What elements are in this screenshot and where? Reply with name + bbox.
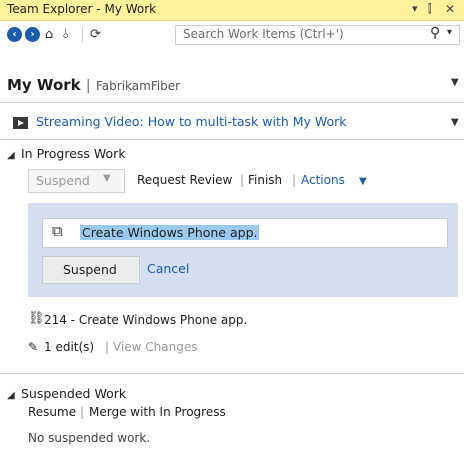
work-item-link[interactable]: 214 - Create Windows Phone app. [44,313,247,327]
action-separator: | [292,173,297,187]
cancel-link[interactable]: Cancel [147,261,189,276]
page-switch-chevron-icon[interactable]: ▼ [451,77,459,88]
in-progress-title: In Progress Work [21,146,126,161]
suspend-dropdown[interactable]: Suspend ▼ [28,169,125,193]
page-title: My Work | [7,76,91,94]
action-separator: | [240,173,245,187]
search-icon[interactable]: ⚲ [430,25,440,41]
changes-separator: | [105,340,110,354]
empty-message: No suspended work. [28,431,151,445]
suspend-name-input[interactable]: ⧉ Create Windows Phone app. [42,218,448,248]
suspend-button[interactable]: Suspend [42,256,140,284]
collapse-in-progress-icon[interactable]: ◢ [7,150,15,161]
suspended-separator: | [80,405,85,419]
forward-icon[interactable]: › [25,27,40,42]
merge-link[interactable]: Merge with In Progress [89,405,226,419]
title-bar: Team Explorer - My Work ▾ ⫿ ✕ [0,0,464,21]
close-icon[interactable]: ✕ [445,2,455,16]
collapse-suspended-icon[interactable]: ◢ [7,390,15,401]
header-divider [0,102,464,103]
view-changes-link[interactable]: View Changes [113,340,198,354]
copy-icon: ⧉ [52,222,63,240]
project-name: FabrikamFiber [96,79,181,93]
search-options-chevron-icon[interactable]: ▾ [447,27,452,38]
search-placeholder: Search Work Items (Ctrl+') [183,27,344,41]
home-icon[interactable]: ⌂ [45,27,53,42]
suspend-name-text: Create Windows Phone app. [80,225,260,240]
request-review-link[interactable]: Request Review [137,173,232,187]
resume-link[interactable]: Resume [28,405,76,419]
window-title: Team Explorer - My Work [7,2,157,16]
finish-link[interactable]: Finish [248,173,282,187]
video-chevron-icon[interactable]: ▼ [451,117,459,128]
dropdown-menu-icon[interactable]: ▾ [412,2,418,15]
section-divider [0,373,464,374]
work-item-icon: ⛓ [28,311,45,326]
actions-menu[interactable]: Actions [301,173,345,187]
suspended-title: Suspended Work [21,386,127,401]
back-icon[interactable]: ‹ [7,27,22,42]
connect-icon[interactable]: ⫰ [63,27,69,42]
suspend-dropdown-chevron-icon: ▼ [103,173,111,184]
suspend-button-label: Suspend [63,262,117,277]
toolbar-divider [82,27,83,43]
edits-count[interactable]: 1 edit(s) [44,340,94,354]
suspend-dropdown-label: Suspend [36,173,90,188]
streaming-video-link[interactable]: Streaming Video: How to multi-task with … [36,114,347,129]
video-divider [0,139,464,140]
search-input[interactable]: Search Work Items (Ctrl+') ⚲ ▾ [175,25,460,45]
actions-chevron-icon[interactable]: ▼ [359,176,367,187]
page-title-text: My Work [7,76,81,94]
pin-icon[interactable]: ⫿ [428,2,432,16]
pencil-icon: ✎ [28,340,39,354]
refresh-icon[interactable]: ⟳ [90,27,101,42]
page-title-separator: | [85,78,91,94]
video-icon [13,117,28,129]
